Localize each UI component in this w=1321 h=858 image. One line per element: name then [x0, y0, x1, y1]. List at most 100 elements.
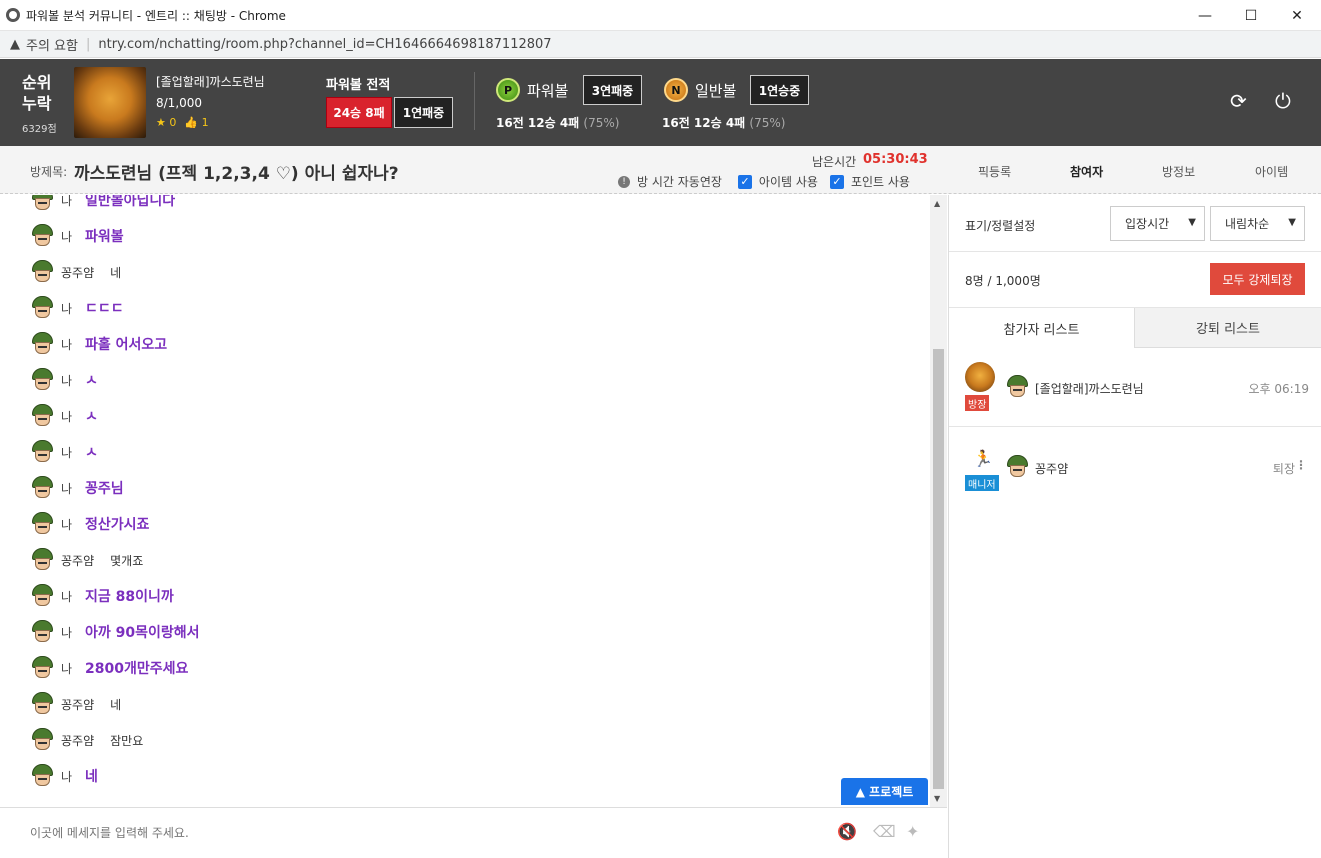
message-sender[interactable]: 나 [61, 408, 85, 425]
participant-row[interactable]: 방장 [졸업할래]까스도련님 오후 06:19 [949, 355, 1321, 427]
eraser-icon[interactable]: ⌫ [873, 822, 896, 841]
message-text: 파워볼 [85, 229, 124, 245]
sort-settings-label: 표기/정렬설정 [965, 219, 1036, 233]
scroll-up-icon[interactable]: ▲ [934, 199, 940, 208]
host-avatar[interactable] [74, 67, 146, 138]
maximize-button[interactable]: ☐ [1228, 0, 1274, 31]
soldier-avatar-icon [30, 548, 55, 572]
manager-badge: 매니저 [965, 475, 999, 491]
close-button[interactable]: ✕ [1274, 0, 1320, 31]
chat-message: 나 일반볼아닙니다 [30, 195, 175, 212]
tab-participants[interactable]: 참여자 [1070, 163, 1103, 180]
message-sender[interactable]: 꽁주얌 [61, 696, 94, 713]
chat-message: 나 파워볼 [30, 224, 124, 248]
soldier-avatar-icon [30, 368, 55, 392]
host-count: 8/1,000 [156, 96, 203, 110]
message-text: 네 [110, 265, 122, 280]
message-text: ㄷㄷㄷ [85, 301, 124, 317]
project-button[interactable]: ▲ 프로젝트 [841, 778, 928, 805]
leave-status: 퇴장 [1272, 462, 1295, 476]
soldier-avatar-icon [30, 224, 55, 248]
soldier-avatar-icon [30, 512, 55, 536]
message-sender[interactable]: 나 [61, 660, 85, 677]
thumbs-up-icon: 👍 [184, 116, 199, 129]
chevron-down-icon: ▼ [1188, 217, 1196, 228]
message-sender[interactable]: 나 [61, 480, 85, 497]
message-sender[interactable]: 나 [61, 336, 85, 353]
address-bar[interactable]: ▲ 주의 요함 | ntry.com/nchatting/room.php?ch… [0, 31, 1321, 58]
room-header: 순위 누락 6329점 [졸업할래]까스도련님 8/1,000 ★ 0 👍 1 … [0, 59, 1321, 146]
kick-all-button[interactable]: 모두 강제퇴장 [1210, 263, 1305, 295]
soldier-avatar-icon [30, 404, 55, 428]
refresh-icon[interactable]: ⟳ [1230, 89, 1247, 113]
soldier-avatar-icon [1005, 455, 1030, 479]
avatar [965, 362, 995, 392]
sort-by-select[interactable]: 입장시간 ▼ [1110, 206, 1205, 241]
message-text: 아까 90목이랑해서 [85, 625, 200, 641]
soldier-avatar-icon [30, 584, 55, 608]
sort-order-select[interactable]: 내림차순 ▼ [1210, 206, 1305, 241]
room-title: 까스도련님 (프젝 1,2,3,4 ♡) 아니 쉽자나? [74, 164, 399, 184]
item-use-checkbox[interactable]: ✓ [737, 174, 752, 189]
mute-icon[interactable]: 🔇 [837, 822, 857, 841]
url-text[interactable]: ntry.com/nchatting/room.php?channel_id=C… [98, 37, 551, 52]
message-sender[interactable]: 나 [61, 768, 85, 785]
powerball-streak-badge: 1연패중 [394, 97, 453, 128]
message-sender[interactable]: 나 [61, 444, 85, 461]
message-sender[interactable]: 꽁주얌 [61, 264, 94, 281]
minimize-button[interactable]: — [1182, 0, 1228, 31]
message-sender[interactable]: 나 [61, 516, 85, 533]
host-name[interactable]: [졸업할래]까스도련님 [156, 73, 265, 90]
message-text: 네 [85, 769, 98, 785]
message-sender[interactable]: 꽁주얌 [61, 732, 94, 749]
chat-message: 꽁주얌 잠만요 [30, 728, 143, 752]
tab-items[interactable]: 아이템 [1255, 163, 1288, 180]
tab-kicked-list[interactable]: 강퇴 리스트 [1135, 308, 1321, 348]
chat-scrollbar[interactable]: ▲ ▼ [930, 195, 947, 807]
scroll-down-icon[interactable]: ▼ [934, 794, 940, 803]
more-options-icon[interactable]: ⋮ [1295, 458, 1307, 472]
participant-count: 8명 / 1,000명 [965, 274, 1041, 288]
message-sender[interactable]: 나 [61, 300, 85, 317]
message-sender[interactable]: 나 [61, 195, 85, 209]
point-use-label: 포인트 사용 [850, 175, 910, 189]
message-sender[interactable]: 나 [61, 372, 85, 389]
game-label-powerball: 파워볼 [527, 82, 569, 100]
rank-label: 순위 누락 [22, 73, 52, 113]
message-sender[interactable]: 꽁주얌 [61, 552, 94, 569]
host-stats: ★ 0 👍 1 [156, 116, 209, 129]
participant-row[interactable]: 🏃 매니저 꽁주얌 퇴장 ⋮ [949, 435, 1321, 495]
message-sender[interactable]: 나 [61, 624, 85, 641]
power-icon[interactable]: ⏻ [1275, 89, 1291, 113]
participant-name[interactable]: 꽁주얌 [1035, 460, 1068, 477]
powerball-coin-icon: P [496, 78, 520, 102]
message-text: 잠만요 [110, 733, 144, 748]
message-input[interactable] [30, 826, 730, 840]
tab-pick-register[interactable]: 픽등록 [978, 163, 1011, 180]
scroll-thumb[interactable] [933, 349, 944, 789]
message-sender[interactable]: 나 [61, 228, 85, 245]
tab-room-info[interactable]: 방정보 [1162, 163, 1195, 180]
chat-message: 나ㅅ [30, 440, 98, 464]
point-use-checkbox[interactable]: ✓ [829, 174, 844, 189]
chevron-down-icon: ▼ [1288, 217, 1296, 228]
message-text: ㅅ [85, 373, 98, 389]
magic-wand-icon[interactable]: ✦ [906, 822, 919, 841]
time-remaining-label: 남은시간 [812, 155, 857, 169]
chat-message: 나네 [30, 764, 98, 788]
chat-message: 나ㅅ [30, 368, 98, 392]
soldier-avatar-icon [30, 296, 55, 320]
time-remaining: 05:30:43 [863, 152, 928, 167]
soldier-avatar-icon [30, 692, 55, 716]
powerball-record-badge: 24승 8패 [326, 97, 392, 128]
participant-name[interactable]: [졸업할래]까스도련님 [1035, 380, 1144, 397]
message-input-bar: 🔇 ⌫ ✦ [0, 807, 947, 858]
soldier-avatar-icon [30, 440, 55, 464]
auto-extend-label[interactable]: 방 시간 자동연장 [637, 173, 722, 190]
message-text: 지금 88이니까 [85, 589, 174, 605]
message-sender[interactable]: 나 [61, 588, 85, 605]
chat-message: 꽁주얌 네 [30, 692, 121, 716]
window-title: 파워볼 분석 커뮤니티 - 엔트리 :: 채팅방 - Chrome [26, 8, 286, 23]
tab-participant-list[interactable]: 참가자 리스트 [949, 308, 1135, 348]
security-warning[interactable]: 주의 요함 [26, 35, 78, 54]
